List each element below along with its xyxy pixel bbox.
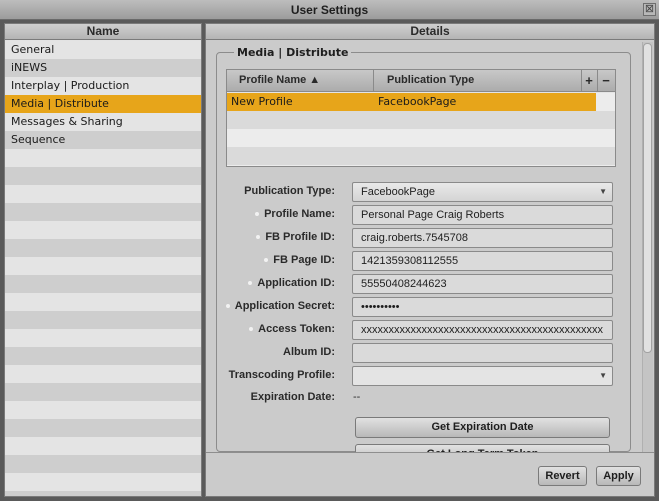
window-title-bar: User Settings	[0, 0, 659, 20]
revert-button[interactable]: Revert	[538, 466, 587, 486]
required-dot-icon	[256, 235, 261, 240]
dropdown-arrow-icon: ▼	[599, 371, 607, 380]
fb-page-id-label: FB Page ID:	[130, 254, 335, 266]
required-dot-icon	[225, 304, 230, 309]
publication-type-select[interactable]: FacebookPage ▼	[352, 182, 613, 202]
group-title: Media | Distribute	[234, 46, 352, 59]
window-title: User Settings	[290, 3, 369, 17]
access-token-input[interactable]: xxxxxxxxxxxxxxxxxxxxxxxxxxxxxxxxxxxxxxxx…	[352, 320, 613, 340]
category-item-general[interactable]: General	[5, 41, 201, 59]
category-item-inews[interactable]: iNEWS	[5, 59, 201, 77]
close-icon[interactable]: ⊠	[643, 3, 656, 16]
column-divider	[373, 70, 374, 92]
column-profile-name[interactable]: Profile Name ▲	[239, 74, 320, 86]
add-profile-button[interactable]: +	[582, 73, 596, 89]
application-secret-input[interactable]: ••••••••••	[352, 297, 613, 317]
required-dot-icon	[255, 212, 260, 217]
expiration-date-value: --	[353, 391, 361, 403]
profile-name-input[interactable]: Personal Page Craig Roberts	[352, 205, 613, 225]
category-item-media-distribute[interactable]: Media | Distribute	[5, 95, 201, 113]
required-dot-icon	[264, 258, 269, 263]
details-header: Details	[206, 24, 654, 40]
table-header: Profile Name ▲ Publication Type + −	[227, 70, 615, 92]
required-dot-icon	[248, 281, 253, 286]
application-secret-label: Application Secret:	[130, 300, 335, 312]
category-item-interplay-production[interactable]: Interplay | Production	[5, 77, 201, 95]
get-expiration-date-button[interactable]: Get Expiration Date	[355, 417, 610, 438]
profile-table: Profile Name ▲ Publication Type + − New …	[226, 69, 616, 167]
publication-type-value: FacebookPage	[361, 186, 435, 198]
scrollbar-thumb[interactable]	[643, 43, 652, 353]
category-header: Name	[5, 24, 201, 40]
transcoding-profile-select[interactable]: ▼	[352, 366, 613, 386]
table-row[interactable]: New Profile FacebookPage	[227, 93, 596, 111]
long-term-token-clip: Get Long Term Token	[355, 444, 610, 452]
column-publication-type[interactable]: Publication Type	[387, 74, 474, 86]
apply-button[interactable]: Apply	[596, 466, 641, 486]
application-id-label: Application ID:	[130, 277, 335, 289]
category-item-messages-sharing[interactable]: Messages & Sharing	[5, 113, 201, 131]
category-item-sequence[interactable]: Sequence	[5, 131, 201, 149]
fb-profile-id-input[interactable]: craig.roberts.7545708	[352, 228, 613, 248]
dropdown-arrow-icon: ▼	[599, 187, 607, 196]
album-id-label: Album ID:	[283, 346, 335, 358]
publication-type-label: Publication Type:	[244, 185, 335, 197]
album-id-input[interactable]	[352, 343, 613, 363]
cell-profile-name: New Profile	[231, 95, 293, 108]
get-long-term-token-button[interactable]: Get Long Term Token	[355, 444, 610, 452]
table-body: New Profile FacebookPage	[227, 93, 615, 166]
remove-profile-button[interactable]: −	[599, 73, 613, 89]
required-dot-icon	[249, 327, 254, 332]
cell-publication-type: FacebookPage	[378, 95, 457, 108]
fb-profile-id-label: FB Profile ID:	[130, 231, 335, 243]
expiration-date-label: Expiration Date:	[250, 391, 335, 403]
application-id-input[interactable]: 55550408244623	[352, 274, 613, 294]
fb-page-id-input[interactable]: 1421359308112555	[352, 251, 613, 271]
column-divider	[597, 70, 598, 92]
access-token-label: Access Token:	[130, 323, 335, 335]
profile-name-label: Profile Name:	[130, 208, 335, 220]
transcoding-profile-label: Transcoding Profile:	[228, 369, 335, 381]
footer-divider	[206, 452, 654, 453]
